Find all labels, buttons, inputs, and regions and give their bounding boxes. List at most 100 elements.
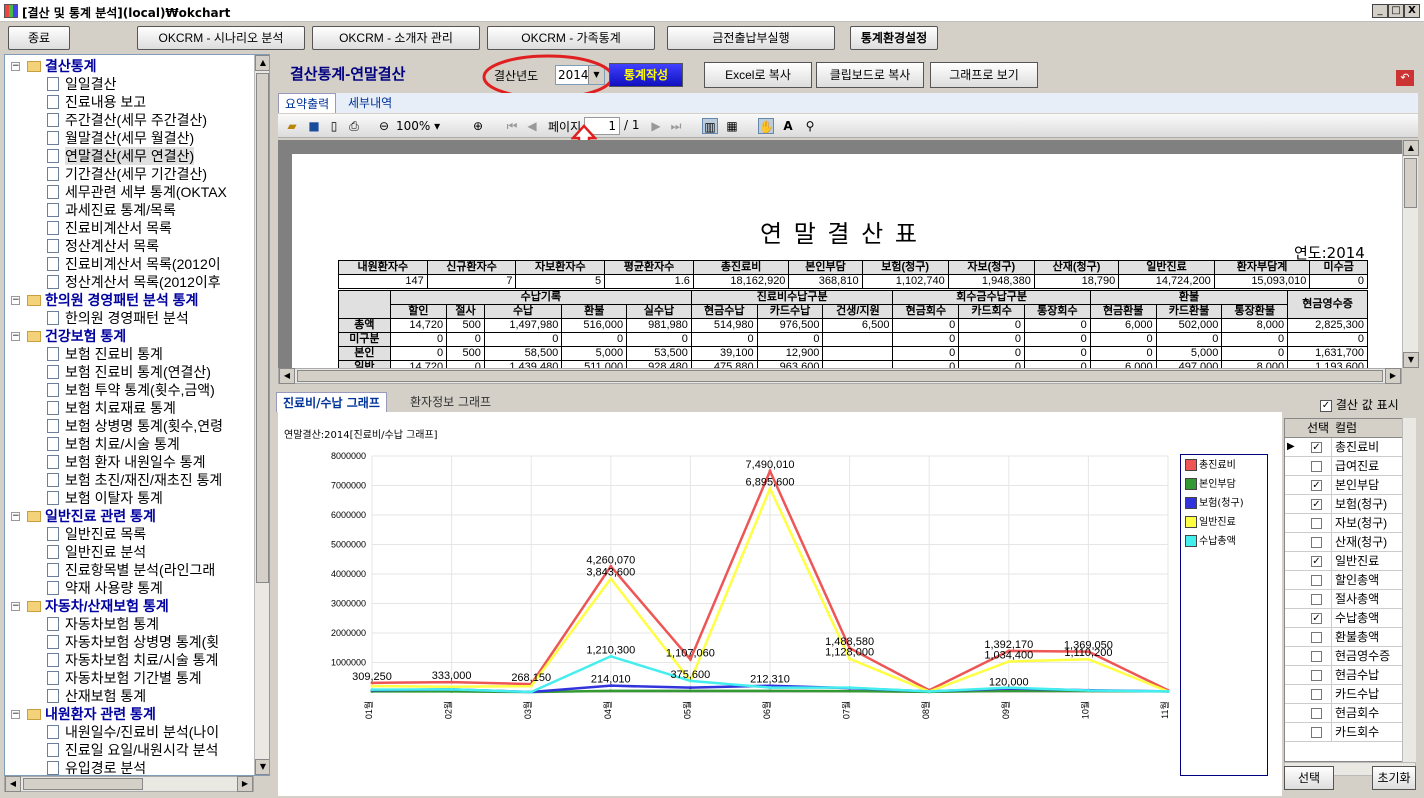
zoom-select[interactable]: 100% ▾ — [396, 117, 462, 135]
show-values-toggle[interactable]: ✓ 결산 값 표시 — [1320, 396, 1399, 413]
copy-excel-button[interactable]: Excel로 복사 — [704, 62, 812, 88]
tree-item[interactable]: 일반진료 목록 — [65, 525, 146, 543]
scroll-up-icon[interactable]: ▲ — [1403, 140, 1419, 156]
last-page-icon[interactable]: ⏭ — [668, 118, 684, 134]
report-vscroll[interactable]: ▲ ▼ — [1402, 140, 1419, 368]
tree-item[interactable]: 보험 투약 통계(횟수,금액) — [65, 381, 215, 399]
checkbox-icon[interactable] — [1311, 575, 1322, 586]
back-icon[interactable]: ↶ — [1396, 70, 1414, 86]
family-stats-button[interactable]: OKCRM - 가족통계 — [487, 26, 655, 50]
scenario-button[interactable]: OKCRM - 시나리오 분석 — [137, 26, 305, 50]
grid-row[interactable]: 카드회수 — [1285, 723, 1415, 742]
tree-item[interactable]: 일반진료 관련 통계 — [45, 507, 156, 525]
page-icon[interactable]: ▯ — [326, 118, 342, 134]
make-stats-button[interactable]: 통계작성 — [609, 63, 683, 87]
hscroll-thumb[interactable] — [23, 778, 143, 790]
tree-item[interactable]: 진료일 요일/내원시각 분석 — [65, 741, 218, 759]
grid-row[interactable]: 산재(청구) — [1285, 533, 1415, 552]
single-page-icon[interactable]: ▥ — [702, 118, 718, 134]
tree-item[interactable]: 자동차/산재보험 통계 — [45, 597, 169, 615]
tree-item[interactable]: 자동차보험 상병명 통계(횟 — [65, 633, 219, 651]
tree-item[interactable]: 세무관련 세부 통계(OKTAX — [65, 183, 227, 201]
scroll-thumb[interactable] — [256, 73, 269, 583]
tree-item[interactable]: 자동차보험 치료/시술 통계 — [65, 651, 218, 669]
cashbook-button[interactable]: 금전출납부실행 — [667, 26, 835, 50]
print-icon[interactable]: ⎙ — [346, 118, 362, 134]
tab-patient-graph[interactable]: 환자정보 그래프 — [404, 392, 497, 412]
scroll-right-icon[interactable]: ▶ — [1385, 368, 1401, 384]
tree-item[interactable]: 일반진료 분석 — [65, 543, 146, 561]
scroll-down-icon[interactable]: ▼ — [255, 759, 269, 775]
tree-item[interactable]: 보험 환자 내원일수 통계 — [65, 453, 205, 471]
tree-item[interactable]: 보험 진료비 통계 — [65, 345, 163, 363]
tree-item[interactable]: 연말결산(세무 연결산) — [65, 147, 195, 165]
tab-summary[interactable]: 요약출력 — [278, 93, 337, 113]
grid-row[interactable]: 현금수납 — [1285, 666, 1415, 685]
hscroll-thumb[interactable] — [297, 370, 1383, 382]
checkbox-icon[interactable] — [1311, 537, 1322, 548]
tree-item[interactable]: 진료비계산서 목록 — [65, 219, 172, 237]
checkbox-icon[interactable] — [1311, 727, 1322, 738]
tree-item[interactable]: 건강보험 통계 — [45, 327, 126, 345]
checkbox-icon[interactable]: ✓ — [1311, 556, 1322, 567]
grid-row[interactable]: 할인총액 — [1285, 571, 1415, 590]
hand-icon[interactable]: ✋ — [758, 118, 774, 134]
checkbox-icon[interactable]: ✓ — [1311, 480, 1322, 491]
checkbox-icon[interactable] — [1311, 518, 1322, 529]
maximize-button[interactable]: □ — [1388, 4, 1404, 18]
grid-row[interactable]: 환불총액 — [1285, 628, 1415, 647]
tree-item[interactable]: 자동차보험 통계 — [65, 615, 159, 633]
checkbox-icon[interactable] — [1311, 594, 1322, 605]
scroll-left-icon[interactable]: ◀ — [5, 776, 21, 792]
grid-row[interactable]: ✓ 본인부담 — [1285, 476, 1415, 495]
grid-row[interactable]: 현금영수증 — [1285, 647, 1415, 666]
scroll-thumb[interactable] — [1404, 158, 1417, 208]
checkbox-icon[interactable]: ✓ — [1311, 442, 1322, 453]
tab-billing-graph[interactable]: 진료비/수납 그래프 — [276, 392, 387, 412]
tree-hscrollbar[interactable]: ◀ ▶ — [4, 776, 254, 792]
zoom-out-icon[interactable]: ⊖ — [376, 118, 392, 134]
checkbox-icon[interactable]: ✓ — [1311, 613, 1322, 624]
select-button[interactable]: 선택 — [1284, 766, 1334, 790]
find-icon[interactable]: ⚲ — [802, 118, 818, 134]
scroll-down-icon[interactable]: ▼ — [1403, 352, 1419, 368]
tree-item[interactable]: 진료내용 보고 — [65, 93, 146, 111]
tree-scrollbar[interactable]: ▲ ▼ — [254, 55, 269, 775]
tree-item[interactable]: 기간결산(세무 기간결산) — [65, 165, 207, 183]
tree-item[interactable]: 정산계산서 목록(2012이후 — [65, 273, 221, 291]
graph-view-button[interactable]: 그래프로 보기 — [930, 62, 1038, 88]
tree-item[interactable]: 내원일수/진료비 분석(나이 — [65, 723, 219, 741]
checkbox-icon[interactable] — [1311, 651, 1322, 662]
tree-item[interactable]: 보험 초진/재진/재초진 통계 — [65, 471, 222, 489]
collapse-icon[interactable]: − — [11, 710, 20, 719]
tree-item[interactable]: 자동차보험 기간별 통계 — [65, 669, 202, 687]
tree-item[interactable]: 주간결산(세무 주간결산) — [65, 111, 207, 129]
grid-row[interactable]: 자보(청구) — [1285, 514, 1415, 533]
checkbox-icon[interactable] — [1311, 689, 1322, 700]
tab-detail[interactable]: 세부내역 — [342, 93, 398, 113]
first-page-icon[interactable]: ⏮ — [504, 118, 520, 134]
checkbox-icon[interactable] — [1311, 708, 1322, 719]
exit-button[interactable]: 종료 — [8, 26, 70, 50]
tree-item[interactable]: 유입경로 분석 — [65, 759, 146, 775]
tree-item[interactable]: 산재보험 통계 — [65, 687, 146, 705]
grid-row[interactable]: 절사총액 — [1285, 590, 1415, 609]
settings-button[interactable]: 통계환경설정 — [850, 26, 938, 50]
collapse-icon[interactable]: − — [11, 602, 20, 611]
next-page-icon[interactable]: ▶ — [648, 118, 664, 134]
tree-item[interactable]: 보험 진료비 통계(연결산) — [65, 363, 211, 381]
grid-vscroll[interactable] — [1402, 418, 1416, 762]
tree-item[interactable]: 보험 이탈자 통계 — [65, 489, 163, 507]
scroll-left-icon[interactable]: ◀ — [279, 368, 295, 384]
grid-row[interactable]: 현금회수 — [1285, 704, 1415, 723]
save-icon[interactable]: ■ — [306, 118, 322, 134]
checkbox-icon[interactable] — [1311, 670, 1322, 681]
tree-item[interactable]: 진료비계산서 목록(2012이 — [65, 255, 221, 273]
prev-page-icon[interactable]: ◀ — [524, 118, 540, 134]
open-icon[interactable]: ▰ — [284, 118, 300, 134]
tree-item[interactable]: 보험 치료/시술 통계 — [65, 435, 180, 453]
grid-row[interactable]: 카드수납 — [1285, 685, 1415, 704]
grid-row[interactable]: ✓ 수납총액 — [1285, 609, 1415, 628]
minimize-button[interactable]: _ — [1372, 4, 1388, 18]
tree-item[interactable]: 결산통계 — [45, 57, 97, 75]
